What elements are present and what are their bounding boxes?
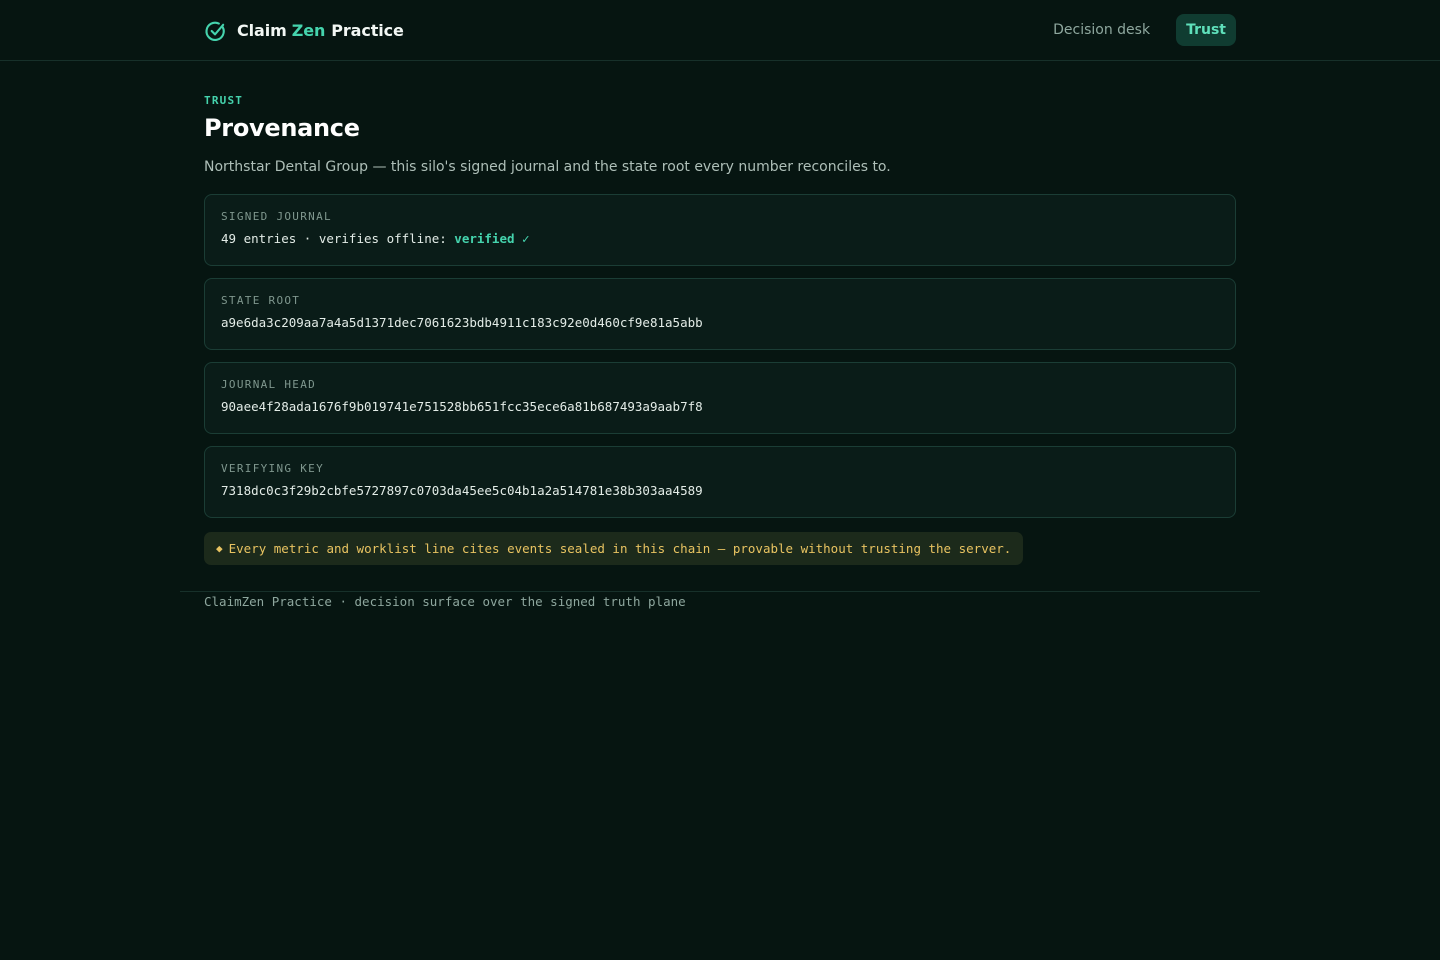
brand-name-part2: Zen — [291, 20, 326, 40]
page-footer: ClaimZen Practice · decision surface ove… — [180, 591, 1260, 609]
provenance-cards: SIGNED JOURNAL 49 entries · verifies off… — [204, 194, 1236, 518]
journal-head-value: 90aee4f28ada1676f9b019741e751528bb651fcc… — [221, 399, 703, 414]
diamond-icon: ◆ — [216, 542, 223, 555]
top-bar: Claim Zen Practice Decision desk Trust — [0, 0, 1440, 61]
journal-head-card: JOURNAL HEAD 90aee4f28ada1676f9b019741e7… — [204, 362, 1236, 434]
brand-name: Claim Zen Practice — [237, 21, 404, 40]
verified-status-badge: verified ✓ — [454, 231, 530, 246]
signed-journal-card: SIGNED JOURNAL 49 entries · verifies off… — [204, 194, 1236, 266]
state-root-label: STATE ROOT — [221, 294, 301, 307]
verifying-key-card: VERIFYING KEY 7318dc0c3f29b2cbfe5727897c… — [204, 446, 1236, 518]
signed-journal-value: 49 entries · verifies offline: verified … — [221, 231, 1219, 246]
verifying-key-value: 7318dc0c3f29b2cbfe5727897c0703da45ee5c04… — [221, 483, 703, 498]
nav-trust[interactable]: Trust — [1176, 14, 1236, 46]
main-nav: Decision desk Trust — [1039, 14, 1236, 46]
page-subtitle: Northstar Dental Group — this silo's sig… — [204, 159, 891, 175]
state-root-card: STATE ROOT a9e6da3c209aa7a4a5d1371dec706… — [204, 278, 1236, 350]
verifying-key-label: VERIFYING KEY — [221, 462, 324, 475]
main-content: TRUST Provenance Northstar Dental Group … — [204, 61, 1236, 565]
provenance-notice: ◆ Every metric and worklist line cites e… — [204, 532, 1024, 565]
brand-name-part1: Claim — [237, 20, 287, 40]
section-eyebrow: TRUST — [204, 94, 244, 107]
check-circle-icon — [204, 20, 227, 43]
signed-journal-summary: 49 entries · verifies offline: — [221, 231, 455, 246]
journal-head-label: JOURNAL HEAD — [221, 378, 317, 391]
page-title: Provenance — [204, 114, 360, 142]
nav-decision-desk[interactable]: Decision desk — [1039, 14, 1164, 46]
brand-name-part3: Practice — [331, 20, 404, 40]
notice-text: Every metric and worklist line cites eve… — [228, 541, 1012, 556]
footer-text: ClaimZen Practice · decision surface ove… — [204, 594, 686, 609]
signed-journal-label: SIGNED JOURNAL — [221, 210, 332, 223]
top-bar-inner: Claim Zen Practice Decision desk Trust — [204, 0, 1236, 60]
state-root-value: a9e6da3c209aa7a4a5d1371dec7061623bdb4911… — [221, 315, 703, 330]
brand-logo[interactable]: Claim Zen Practice — [204, 18, 404, 43]
